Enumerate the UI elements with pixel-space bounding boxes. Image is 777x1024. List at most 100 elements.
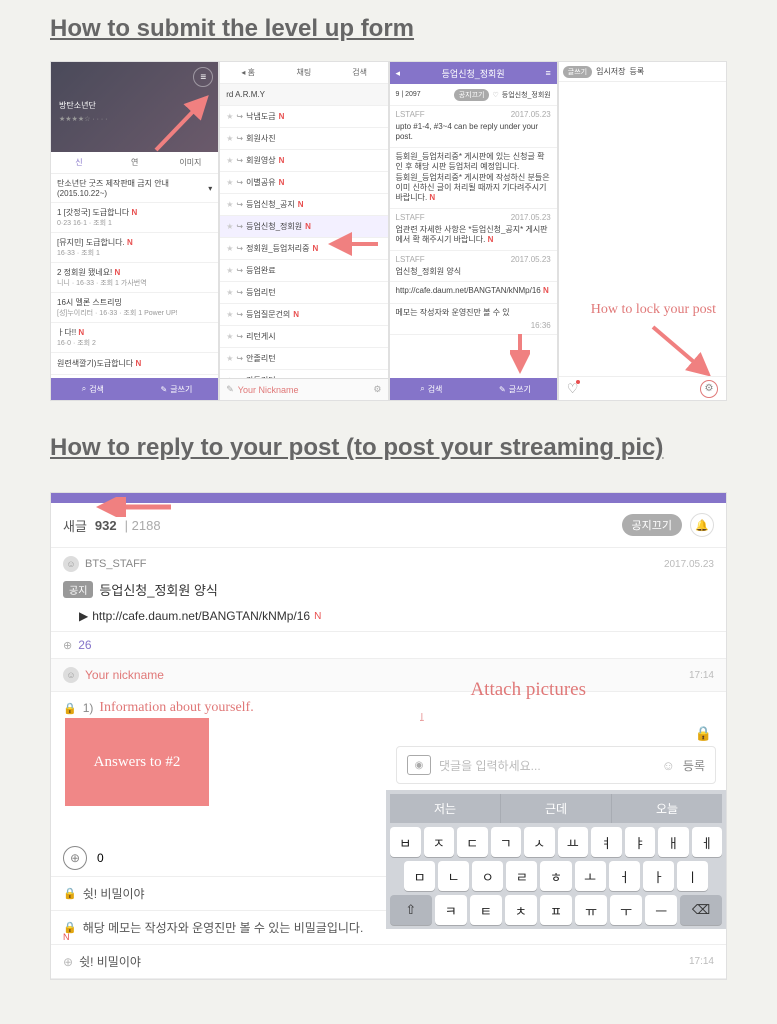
key[interactable]: ㅗ: [575, 861, 606, 891]
key[interactable]: ㅇ: [472, 861, 503, 891]
answers-block: Answers to #2: [65, 718, 209, 806]
key[interactable]: ㄹ: [506, 861, 537, 891]
board-item[interactable]: ★ ↪ 이별공유 N: [220, 172, 387, 194]
notice-row[interactable]: 탄소년단 굿즈 제작판매 금지 안내 (2015.10.22~)▾: [51, 174, 218, 203]
count-row: 9 | 2097 공지끄기 ♡ 등업신청_정회원: [390, 84, 557, 106]
post-item[interactable]: LSTAFF2017.05.23업관련 자세한 사항은 *등업신청_공지* 게시…: [390, 209, 557, 251]
board-item[interactable]: ★ ↪ 리턴게시: [220, 326, 387, 348]
key[interactable]: ㄷ: [457, 827, 488, 857]
write-btn[interactable]: 글쓰기: [563, 66, 592, 78]
arrow-to-reply: [95, 497, 175, 517]
sugg-2[interactable]: 근데: [501, 794, 612, 823]
board-item[interactable]: ★ ↪ 회원영상 N: [220, 150, 387, 172]
camera-icon[interactable]: ◉: [407, 755, 431, 775]
submit-button[interactable]: 등록: [683, 757, 705, 774]
star-icon: ★: [226, 354, 233, 363]
key[interactable]: ㅡ: [645, 895, 677, 925]
shift-key[interactable]: ⇧: [390, 895, 432, 925]
key[interactable]: ㅛ: [558, 827, 589, 857]
key[interactable]: ㅅ: [524, 827, 555, 857]
settings-gear-icon[interactable]: ⚙: [700, 380, 718, 398]
key[interactable]: ㅕ: [591, 827, 622, 857]
sugg-3[interactable]: 오늘: [612, 794, 722, 823]
key[interactable]: ㅁ: [404, 861, 435, 891]
lock-icon[interactable]: 🔒: [695, 725, 712, 742]
list-item[interactable]: [뮤지민] 도급합니다. N16·33 · 조회 1: [51, 233, 218, 263]
board-item[interactable]: ★ ↪ 안졸리턴: [220, 348, 387, 370]
comment-input[interactable]: 댓글을 입력하세요...: [439, 757, 654, 774]
star-icon: ★: [226, 156, 233, 165]
write-button[interactable]: ✎글쓰기: [135, 378, 219, 400]
notice-toggle[interactable]: 공지끄기: [622, 514, 682, 536]
reply-bubble-icon[interactable]: ⊕: [63, 846, 87, 870]
post-link[interactable]: http://cafe.daum.net/BANGTAN/kNMp/16: [92, 609, 310, 623]
key[interactable]: ㅋ: [435, 895, 467, 925]
backspace-key[interactable]: ⌫: [680, 895, 722, 925]
board-item[interactable]: ★ ↪ 회원사진: [220, 128, 387, 150]
board-item[interactable]: ★ ↪ 등업신청_공지 N: [220, 194, 387, 216]
notice-tag: 공지: [63, 581, 93, 598]
board-item[interactable]: ★ ↪ 등업리턴: [220, 282, 387, 304]
tab-new[interactable]: 신: [51, 157, 107, 168]
star-icon: ★: [226, 332, 233, 341]
key[interactable]: ㄴ: [438, 861, 469, 891]
reply-count-row[interactable]: ⊕ 26: [51, 632, 726, 659]
board-item[interactable]: ★ ↪ 등업완료: [220, 260, 387, 282]
hamburger-icon[interactable]: ≡: [193, 67, 213, 87]
bottom-bar: ⌕검색 ✎글쓰기: [51, 378, 218, 400]
tab-home[interactable]: ◂ 홈: [220, 67, 276, 78]
tab-search[interactable]: 검색: [332, 67, 388, 78]
bell-icon[interactable]: 🔔: [690, 513, 714, 537]
board-item[interactable]: ★ ↪ 등업질문건의 N: [220, 304, 387, 326]
lock-icon: 🔒: [63, 702, 77, 715]
notice-toggle[interactable]: 공지끄기: [454, 89, 490, 101]
list-item[interactable]: 16시 멜론 스트리밍[성]누이리터 · 16·33 · 조회 1 Power …: [51, 293, 218, 323]
key[interactable]: ㅐ: [658, 827, 689, 857]
board-item[interactable]: ★ ↪ 낙냄도금 N: [220, 106, 387, 128]
secret-reply-2[interactable]: ⊕ 쉿! 비밀이야 17:14: [51, 945, 726, 979]
post-item[interactable]: LSTAFF2017.05.23업신청_정회원 양식: [390, 251, 557, 282]
new-count: 932: [95, 518, 117, 533]
key[interactable]: ㅑ: [625, 827, 656, 857]
list-item[interactable]: 1 [갓정국] 도급합니다 N0·23 16·1 · 조회 1: [51, 203, 218, 233]
key[interactable]: ㅔ: [692, 827, 723, 857]
write-button[interactable]: ✎글쓰기: [473, 378, 557, 400]
search-button[interactable]: ⌕검색: [390, 378, 474, 400]
suggestion-row: 저는 근데 오늘: [390, 794, 722, 823]
key[interactable]: ㅓ: [609, 861, 640, 891]
list-item[interactable]: ㅏ다!! N16·0 · 조회 2: [51, 323, 218, 353]
tab-chat[interactable]: 채팅: [276, 67, 332, 78]
pencil-icon: ✎: [161, 385, 168, 394]
post-item[interactable]: LSTAFF2017.05.23upto #1-4, #3~4 can be r…: [390, 106, 557, 148]
key[interactable]: ㅣ: [677, 861, 708, 891]
list-item[interactable]: 2 정회원 됐네요! N니니 · 16·33 · 조회 1 가사번역: [51, 263, 218, 293]
star-icon: ★: [226, 288, 233, 297]
emoji-icon[interactable]: ☺: [662, 758, 675, 773]
post-item[interactable]: 등회원_등업처리중* 게시판에 있는 신청글 확인 후 해당 시판 등업처리 예…: [390, 148, 557, 209]
key[interactable]: ㅈ: [424, 827, 455, 857]
key[interactable]: ㅜ: [610, 895, 642, 925]
post-item[interactable]: http://cafe.daum.net/BANGTAN/kNMp/16 N: [390, 282, 557, 304]
pinned-post[interactable]: ☺ BTS_STAFF 2017.05.23 공지 등업신청_정회원 양식 ▶ …: [51, 548, 726, 632]
sugg-1[interactable]: 저는: [390, 794, 501, 823]
new-badge: N: [314, 611, 321, 622]
key[interactable]: ㅍ: [540, 895, 572, 925]
gear-icon[interactable]: ⚙: [373, 384, 381, 395]
search-button[interactable]: ⌕검색: [51, 378, 135, 400]
list-item[interactable]: 원련색깔기)도급합니다 N: [51, 353, 218, 375]
submit-btn[interactable]: 등록: [630, 66, 645, 77]
tempsave-btn[interactable]: 임시저장: [596, 66, 625, 77]
nickname-placeholder[interactable]: Your Nickname: [238, 385, 299, 395]
key[interactable]: ㅊ: [505, 895, 537, 925]
post-item[interactable]: 메모는 작성자와 운영진만 볼 수 있16:36: [390, 304, 557, 335]
key[interactable]: ㅏ: [643, 861, 674, 891]
key[interactable]: ㅂ: [390, 827, 421, 857]
key[interactable]: ㅎ: [540, 861, 571, 891]
star-icon: ★: [226, 266, 233, 275]
key[interactable]: ㅌ: [470, 895, 502, 925]
bell-icon[interactable]: ♡: [567, 381, 579, 397]
key[interactable]: ㅠ: [575, 895, 607, 925]
reply-subcount: 0: [97, 851, 104, 865]
key[interactable]: ㄱ: [491, 827, 522, 857]
post-title: 등업신청_정회원 양식: [99, 580, 217, 599]
